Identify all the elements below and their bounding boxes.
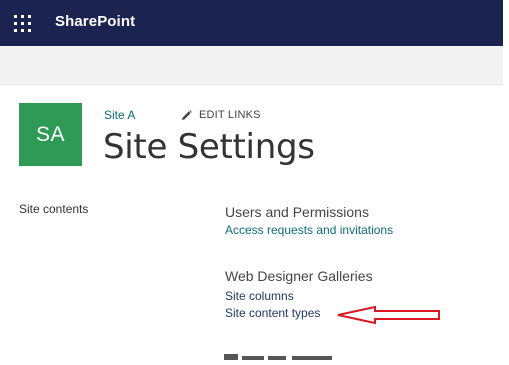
site-columns-link[interactable]: Site columns — [225, 289, 294, 303]
sharepoint-brand-link[interactable]: SharePoint — [55, 13, 135, 30]
annotation-arrow-icon — [337, 305, 440, 325]
right-edge-strip — [503, 0, 509, 355]
suite-bar: SharePoint — [0, 0, 503, 46]
site-content-types-link[interactable]: Site content types — [225, 306, 320, 320]
edit-links-button[interactable]: EDIT LINKS — [181, 109, 261, 121]
edit-links-label: EDIT LINKS — [199, 109, 261, 121]
page-title: Site Settings — [103, 127, 315, 167]
section-heading-users-permissions: Users and Permissions — [225, 204, 369, 220]
access-requests-link[interactable]: Access requests and invitations — [225, 223, 393, 237]
site-name-link[interactable]: Site A — [104, 108, 135, 122]
ribbon-bar — [0, 46, 503, 85]
site-logo[interactable]: SA — [19, 103, 82, 166]
waffle-grid-icon[interactable] — [14, 15, 31, 32]
cutoff-section-heading — [224, 349, 334, 365]
pencil-icon — [182, 109, 192, 120]
site-logo-initials: SA — [35, 122, 65, 146]
section-heading-web-designer-galleries: Web Designer Galleries — [225, 268, 373, 284]
quick-launch-site-contents[interactable]: Site contents — [19, 202, 88, 216]
